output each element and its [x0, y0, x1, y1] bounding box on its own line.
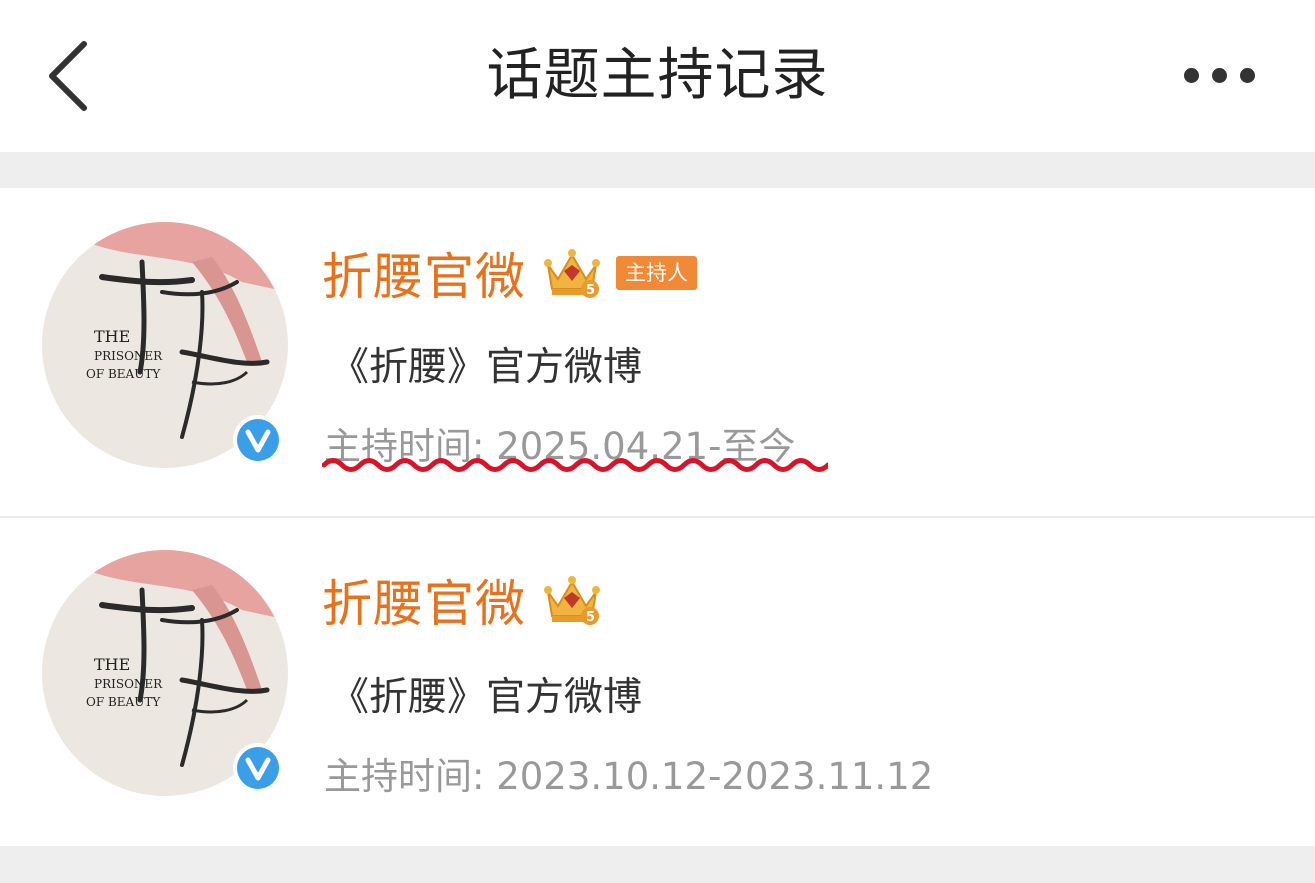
host-badge: 主持人 [616, 256, 697, 290]
section-separator [0, 846, 1315, 883]
avatar-logo-text: OF BEAUTY [86, 695, 161, 709]
account-description: 《折腰》官方微博 [330, 675, 643, 720]
red-wavy-underline [322, 454, 828, 476]
more-dots-icon [1240, 68, 1255, 83]
name-line: 折腰官微 5 [322, 565, 604, 635]
host-record-item[interactable]: THE PRISONER OF BEAUTY 折腰官微 [0, 518, 1315, 846]
verified-badge-icon [232, 414, 284, 466]
section-separator [0, 152, 1315, 188]
more-button[interactable] [1172, 58, 1268, 94]
page-title: 话题主持记录 [486, 43, 829, 108]
top-nav-bar: 话题主持记录 [0, 0, 1315, 152]
level-number: 5 [586, 610, 595, 625]
avatar[interactable]: THE PRISONER OF BEAUTY [42, 222, 288, 468]
more-dots-icon [1212, 68, 1227, 83]
avatar-logo-text: PRISONER [94, 349, 163, 363]
avatar-logo-text: THE [94, 327, 130, 346]
avatar-logo-text: THE [94, 655, 130, 674]
host-record-item[interactable]: THE PRISONER OF BEAUTY 折腰官微 [0, 188, 1315, 516]
account-name[interactable]: 折腰官微 [322, 237, 526, 309]
level-number: 5 [586, 283, 595, 298]
verified-badge-icon [232, 742, 284, 794]
account-description: 《折腰》官方微博 [330, 345, 643, 390]
avatar[interactable]: THE PRISONER OF BEAUTY [42, 550, 288, 796]
avatar-logo-text: OF BEAUTY [86, 367, 161, 381]
name-line: 折腰官微 5 主持人 [322, 238, 697, 308]
account-name[interactable]: 折腰官微 [322, 564, 526, 636]
more-dots-icon [1184, 68, 1199, 83]
crown-level-icon: 5 [540, 243, 604, 303]
crown-level-icon: 5 [540, 570, 604, 630]
avatar-logo-text: PRISONER [94, 677, 163, 691]
host-time: 主持时间: 2023.10.12-2023.11.12 [324, 755, 934, 798]
